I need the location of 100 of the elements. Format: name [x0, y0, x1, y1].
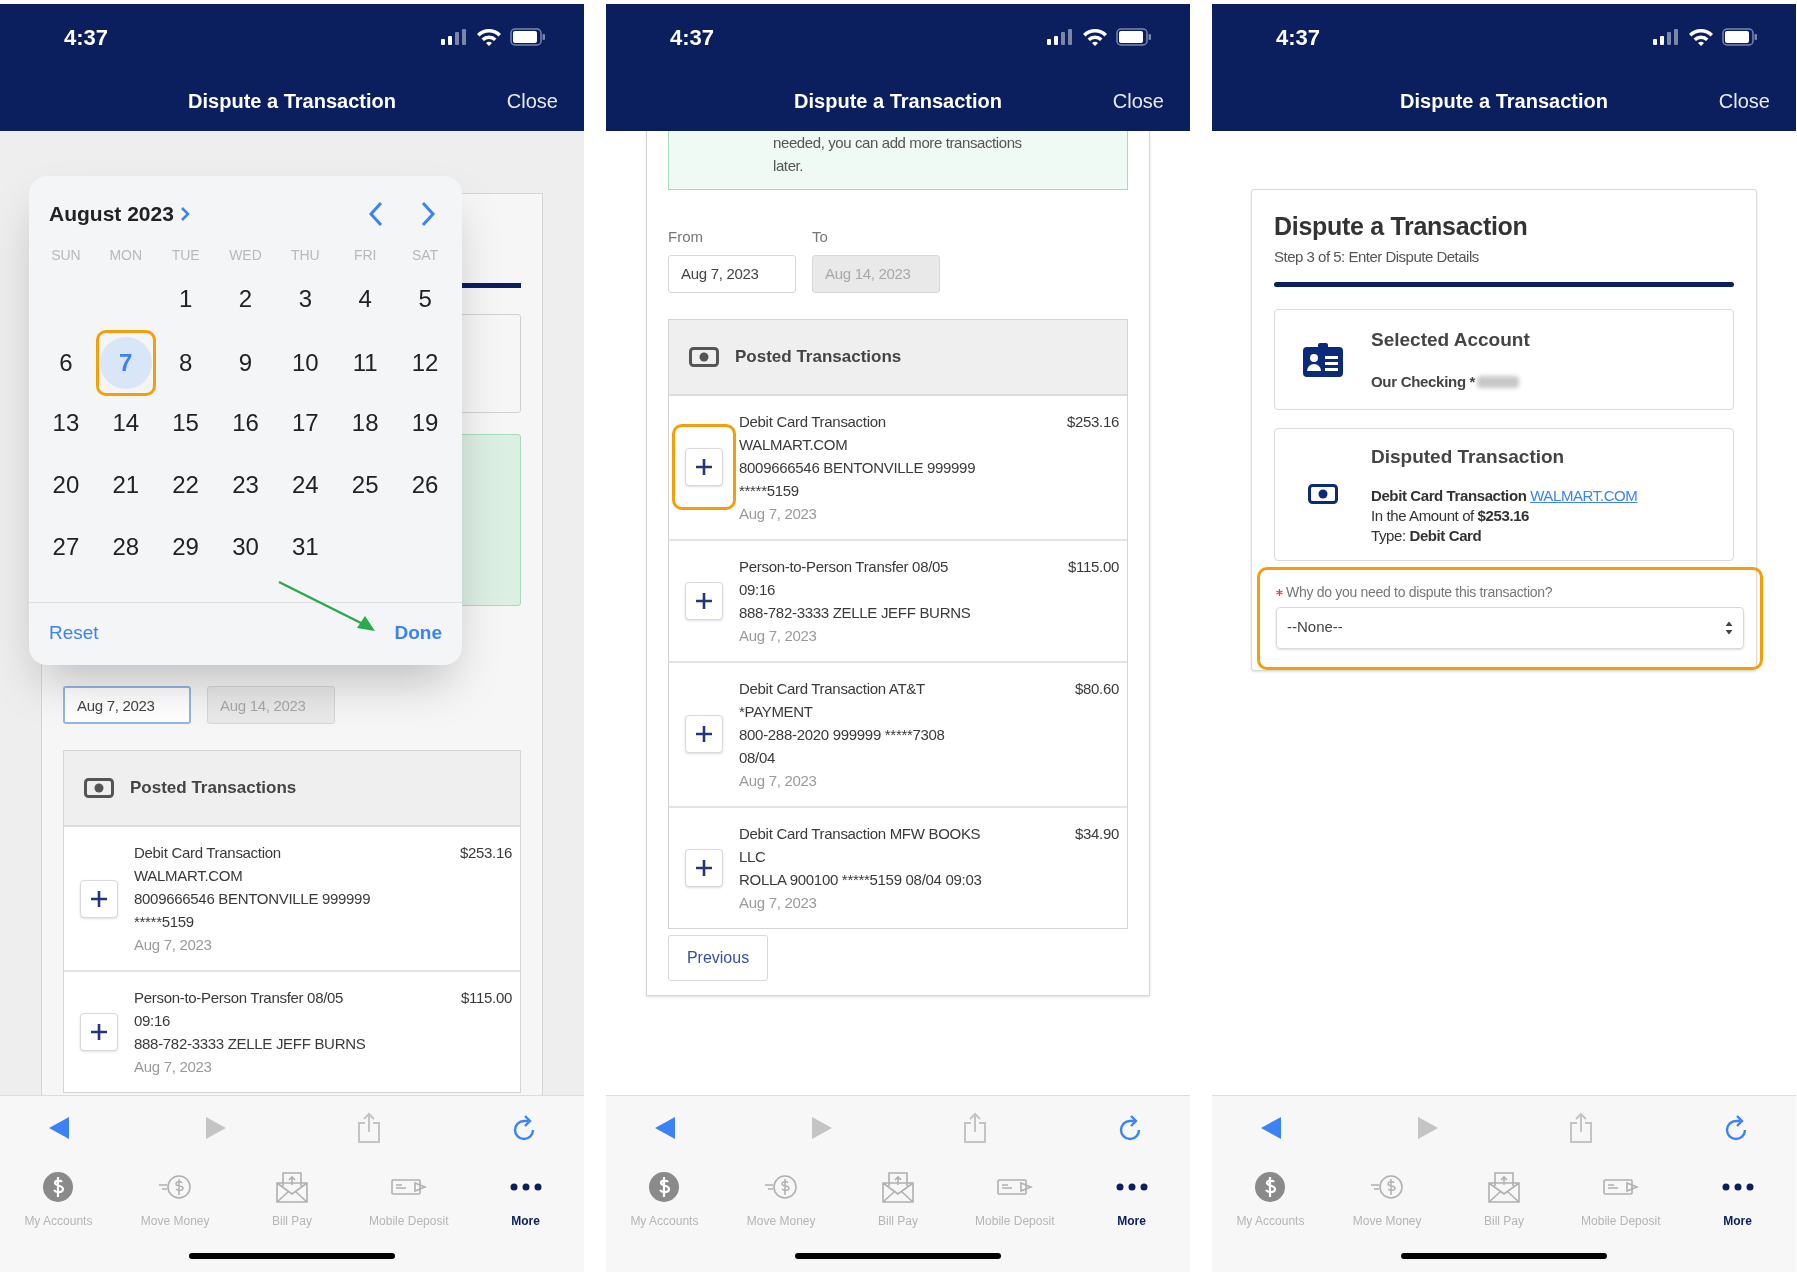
dollar-coin-icon: [42, 1171, 75, 1203]
calendar-day[interactable]: 8: [159, 336, 212, 389]
cash-icon: [1308, 484, 1338, 505]
more-icon: [509, 1183, 542, 1191]
envelope-icon: [275, 1171, 309, 1203]
calendar-day[interactable]: 5: [399, 272, 452, 325]
dollar-coin-icon: [648, 1171, 681, 1203]
calendar-day[interactable]: 27: [39, 520, 92, 573]
plus-icon: [694, 724, 714, 744]
calendar-day[interactable]: 30: [219, 520, 272, 573]
transaction-description: Debit Card Transaction WALMART.COM: [1371, 485, 1638, 506]
calendar-day[interactable]: 31: [279, 520, 332, 573]
transaction-description: Debit Card Transaction WALMART.COM 8009666546 BENTONVILLE 999999 *****5159: [134, 843, 372, 932]
calendar-day[interactable]: 18: [339, 396, 392, 449]
envelope-icon: [1487, 1171, 1521, 1203]
chevron-right-icon[interactable]: [179, 205, 190, 222]
field-label: From: [668, 227, 704, 247]
transaction-date: Aug 7, 2023: [739, 625, 818, 646]
transaction-description: Person-to-Person Transfer 08/05 09:16 888-782-3333 ZELLE JEFF BURNS: [739, 556, 972, 623]
calendar-day[interactable]: 24: [279, 458, 332, 511]
merchant-link[interactable]: WALMART.COM: [1530, 486, 1638, 504]
calendar-day[interactable]: 10: [279, 336, 332, 389]
notice-text: needed, you can add more transactions later.: [773, 133, 1023, 176]
more-icon: [1115, 1183, 1148, 1191]
calendar-day[interactable]: 25: [339, 458, 392, 511]
calendar-day[interactable]: 28: [99, 520, 152, 573]
next-month-icon[interactable]: [420, 200, 436, 227]
id-card-icon: [1302, 341, 1344, 378]
calendar-day[interactable]: 17: [279, 396, 332, 449]
calendar-day[interactable]: 21: [99, 458, 152, 511]
calendar-day[interactable]: 20: [39, 458, 92, 511]
reason-dropdown[interactable]: --None--: [1276, 606, 1744, 649]
date-field[interactable]: Aug 7, 2023: [668, 254, 796, 293]
transaction-date: Aug 7, 2023: [134, 1057, 213, 1077]
close-button[interactable]: Close: [506, 85, 558, 116]
add-button[interactable]: [685, 448, 723, 486]
battery-icon: [1722, 28, 1758, 46]
tab-item[interactable]: More: [1073, 1160, 1190, 1240]
month-label: August 2023: [49, 201, 174, 227]
calendar-day[interactable]: 9: [219, 336, 272, 389]
calendar-day[interactable]: 11: [339, 336, 392, 389]
calendar-day[interactable]: 14: [99, 396, 152, 449]
calendar-day[interactable]: 1: [159, 272, 212, 325]
tab-item[interactable]: More: [1679, 1160, 1796, 1240]
transaction-description: Debit Card Transaction MFW BOOKS LLC ROLLA 900100 *****5159 08/04 09:03: [739, 823, 983, 890]
cash-icon: [689, 346, 719, 367]
dollar-transfer-icon: [158, 1172, 193, 1202]
status-time: 4:37: [64, 23, 109, 52]
calendar-day[interactable]: 6: [39, 336, 92, 389]
calendar-day[interactable]: 19: [399, 396, 452, 449]
transaction-amount: $253.16: [459, 843, 512, 863]
wifi-icon: [476, 27, 502, 47]
tab-item[interactable]: More: [467, 1160, 584, 1240]
add-button[interactable]: [685, 848, 723, 887]
add-button[interactable]: [80, 879, 118, 918]
transaction-date: Aug 7, 2023: [739, 892, 818, 913]
status-time: 4:37: [670, 23, 715, 52]
more-icon: [1721, 1183, 1754, 1191]
plus-icon: [694, 857, 714, 878]
amount-text: In the Amount of $253.16: [1371, 505, 1531, 526]
close-button[interactable]: Close: [1718, 85, 1770, 116]
transaction-description: Debit Card Transaction AT&T *PAYMENT 800-288-2020 999999 *****7308 08/04: [739, 678, 946, 768]
transaction-amount: $115.00: [1068, 556, 1119, 577]
dollar-coin-icon: [1254, 1171, 1287, 1203]
calendar-day[interactable]: 4: [339, 272, 392, 325]
transaction-amount: $80.60: [1074, 678, 1119, 699]
previous-button[interactable]: Previous: [668, 934, 768, 981]
share-icon: [356, 1112, 383, 1144]
section-title: Posted Transactions: [130, 777, 297, 800]
add-button[interactable]: [685, 715, 723, 753]
previous-month-icon[interactable]: [368, 200, 384, 227]
transaction-date: Aug 7, 2023: [134, 935, 213, 955]
calendar-day[interactable]: 13: [39, 396, 92, 449]
calendar-day[interactable]: 16: [219, 396, 272, 449]
plus-icon: [89, 1022, 109, 1042]
add-button[interactable]: [685, 581, 723, 620]
field-label: Why do you need to dispute this transaction?: [1286, 582, 1553, 602]
calendar-day[interactable]: 3: [279, 272, 332, 325]
step-label: Step 3 of 5: Enter Dispute Details: [1274, 246, 1480, 267]
transaction-amount: $253.16: [1066, 411, 1119, 432]
screen-title: Dispute a Transaction: [188, 88, 396, 114]
transaction-description: Person-to-Person Transfer 08/05 09:16 888-782-3333 ZELLE JEFF BURNS: [134, 988, 367, 1054]
calendar-day[interactable]: 23: [219, 458, 272, 511]
calendar-day[interactable]: 26: [399, 458, 452, 511]
date-field[interactable]: Aug 7, 2023: [63, 686, 191, 724]
calendar-day[interactable]: 2: [219, 272, 272, 325]
account-name: Our Checking *: [1371, 371, 1476, 392]
weekday-label: SUN: [50, 246, 82, 265]
calendar-day[interactable]: 12: [399, 336, 452, 389]
share-icon: [962, 1112, 989, 1144]
calendar-day[interactable]: 29: [159, 520, 212, 573]
plus-icon: [694, 590, 714, 611]
add-button[interactable]: [80, 1013, 118, 1051]
section-title: Posted Transactions: [735, 345, 902, 368]
calendar-day[interactable]: 15: [159, 396, 212, 449]
calendar-day[interactable]: 22: [159, 458, 212, 511]
sort-arrows-icon: [1725, 619, 1733, 636]
plus-icon: [89, 888, 109, 909]
share-icon: [1568, 1112, 1595, 1144]
close-button[interactable]: Close: [1112, 85, 1164, 116]
